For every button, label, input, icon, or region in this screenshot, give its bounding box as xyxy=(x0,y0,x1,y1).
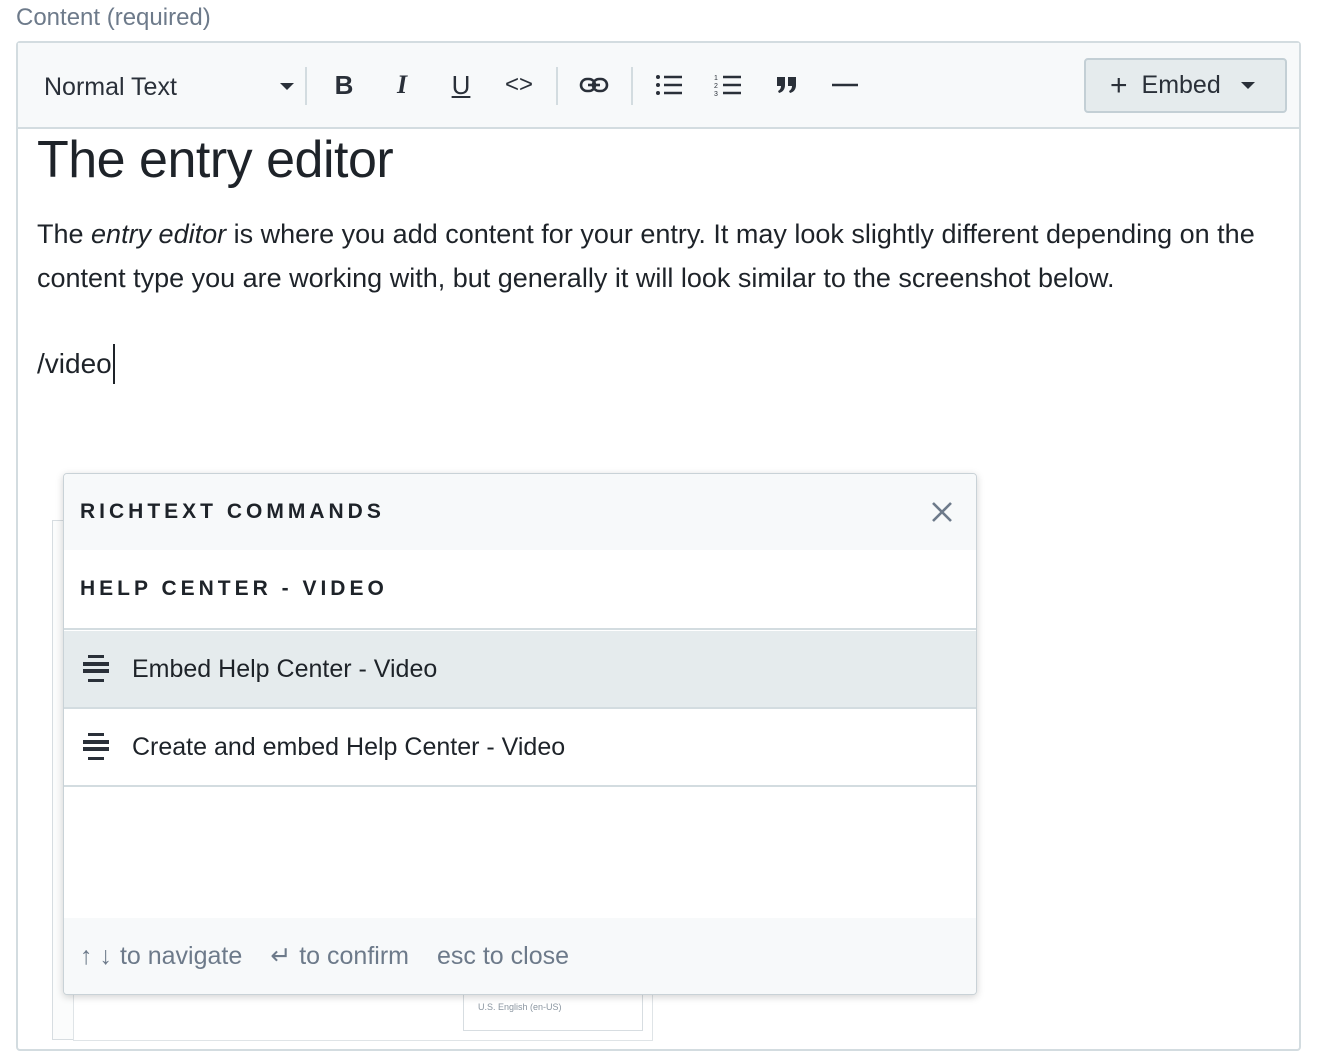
link-button[interactable] xyxy=(574,65,614,105)
quote-icon xyxy=(777,77,796,93)
close-hint-text: esc to close xyxy=(437,941,570,970)
command-group-header: HELP CENTER - VIDEO xyxy=(64,550,976,630)
close-icon[interactable] xyxy=(928,498,956,526)
link-icon xyxy=(579,77,609,93)
chevron-down-icon xyxy=(280,83,294,90)
command-embed-help-center-video[interactable]: Embed Help Center - Video xyxy=(64,631,976,709)
command-create-and-embed-help-center-video[interactable]: Create and embed Help Center - Video xyxy=(64,709,976,787)
paragraph-text: The xyxy=(37,219,92,249)
up-down-arrows-icon: ↑ ↓ xyxy=(80,941,112,970)
embed-block-icon xyxy=(82,654,110,684)
bold-icon: B xyxy=(334,69,354,100)
popup-title: RICHTEXT COMMANDS xyxy=(80,500,385,523)
command-label: Embed Help Center - Video xyxy=(132,654,438,683)
horizontal-rule-button[interactable] xyxy=(825,65,865,105)
enter-key-icon: ↵ xyxy=(270,942,292,970)
svg-text:3: 3 xyxy=(714,91,718,97)
text-style-label: Normal Text xyxy=(44,72,177,101)
embed-block-icon xyxy=(82,732,110,762)
editor-toolbar: Normal Text B I U <> 1 2 3 + Embed xyxy=(18,43,1299,129)
editor-content[interactable]: The entry editor The entry editor is whe… xyxy=(37,130,1257,384)
navigate-hint-text: to navigate xyxy=(119,941,243,970)
field-label: Content (required) xyxy=(16,4,211,31)
text-style-dropdown[interactable]: Normal Text xyxy=(44,67,294,107)
popup-footer: ↑ ↓ to navigate ↵ to confirm esc to clos… xyxy=(64,918,976,994)
horizontal-rule-icon xyxy=(832,83,858,87)
code-icon: <> xyxy=(504,71,534,98)
svg-text:2: 2 xyxy=(714,83,718,90)
underline-button[interactable]: U xyxy=(441,65,481,105)
chevron-down-icon xyxy=(1240,82,1255,89)
toolbar-divider xyxy=(631,67,633,105)
slash-command-text: /video xyxy=(37,344,115,384)
document-paragraph: The entry editor is where you add conten… xyxy=(37,212,1257,300)
richtext-commands-popup: RICHTEXT COMMANDS HELP CENTER - VIDEO Em… xyxy=(63,473,977,995)
embed-button[interactable]: + Embed xyxy=(1084,58,1287,113)
close-hint: esc to close xyxy=(437,942,569,971)
background-locale-field: U.S. English (en-US) xyxy=(463,991,643,1031)
underline-icon: U xyxy=(451,69,471,100)
embed-label: Embed xyxy=(1141,71,1221,99)
toolbar-divider xyxy=(556,67,558,105)
toolbar-divider xyxy=(305,67,307,105)
italic-button[interactable]: I xyxy=(382,65,422,105)
numbered-list-button[interactable]: 1 2 3 xyxy=(708,65,748,105)
code-button[interactable]: <> xyxy=(499,65,539,105)
numbered-list-icon: 1 2 3 xyxy=(714,75,741,97)
italic-icon: I xyxy=(396,70,408,99)
bulleted-list-button[interactable] xyxy=(649,65,689,105)
command-group-title: HELP CENTER - VIDEO xyxy=(80,577,388,600)
bold-button[interactable]: B xyxy=(324,65,364,105)
popup-header: RICHTEXT COMMANDS xyxy=(64,474,976,550)
svg-text:1: 1 xyxy=(714,75,718,82)
confirm-hint-text: to confirm xyxy=(299,941,409,970)
document-heading: The entry editor xyxy=(37,131,394,189)
quote-button[interactable] xyxy=(767,65,807,105)
confirm-hint: ↵ to confirm xyxy=(270,941,409,971)
navigate-hint: ↑ ↓ to navigate xyxy=(80,942,242,971)
plus-icon: + xyxy=(1110,68,1128,102)
paragraph-emphasis: entry editor xyxy=(91,219,227,249)
command-label: Create and embed Help Center - Video xyxy=(132,732,566,761)
bulleted-list-icon xyxy=(656,75,682,95)
